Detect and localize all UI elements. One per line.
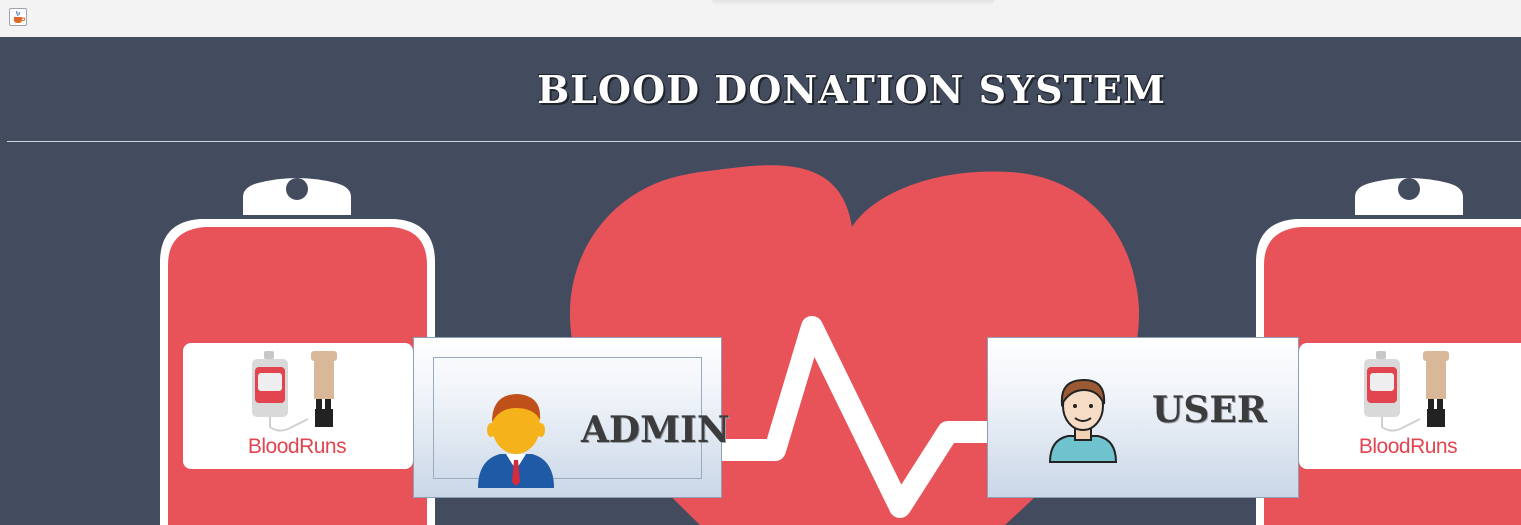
- title-bar-shadow: [712, 0, 994, 6]
- admin-button-label: ADMIN: [581, 409, 730, 451]
- header-divider: [7, 141, 1521, 142]
- bloodruns-logo-text: BloodRuns: [247, 435, 347, 458]
- user-person-icon: [1048, 378, 1118, 463]
- window-title-bar: [0, 0, 1521, 38]
- admin-person-icon: [478, 394, 554, 488]
- user-button[interactable]: USER: [987, 337, 1299, 498]
- main-panel: BLOOD DONATION SYSTEM BloodRuns BloodRun…: [0, 37, 1521, 525]
- bloodruns-logo-text: BloodRuns: [1358, 435, 1458, 458]
- bloodruns-logo-icon: [1364, 351, 1449, 432]
- bloodruns-logo-left: BloodRuns: [183, 343, 413, 469]
- page-title: BLOOD DONATION SYSTEM: [537, 67, 1166, 112]
- bloodruns-logo-icon: [252, 351, 337, 432]
- admin-button[interactable]: ADMIN: [413, 337, 730, 498]
- user-button-label: USER: [1152, 389, 1267, 431]
- admin-button-focus-ring: ADMIN: [433, 357, 730, 488]
- java-cup-icon[interactable]: [9, 8, 27, 26]
- bloodruns-logo-right: BloodRuns: [1299, 343, 1521, 469]
